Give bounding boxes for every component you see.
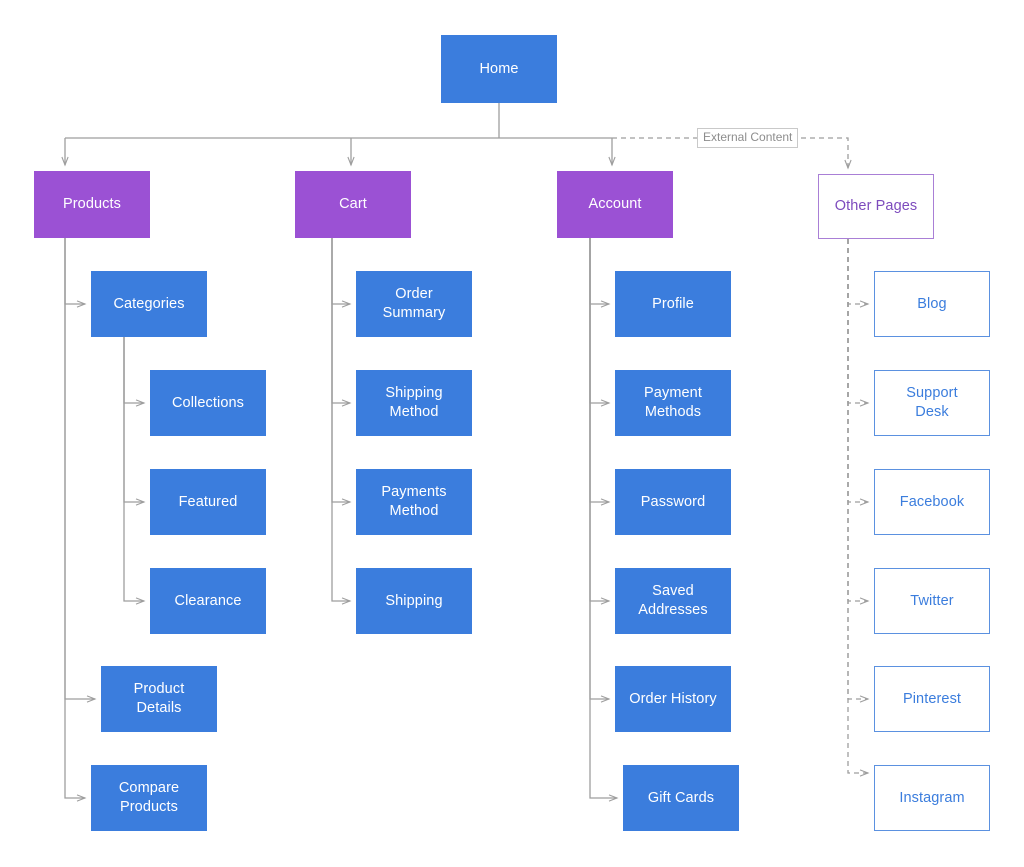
connector-account-to-saved-addresses (589, 238, 609, 601)
connector-categories-to-collections (123, 337, 144, 403)
connector-home-to-products (65, 103, 612, 165)
connector-cart-to-shipping (331, 238, 350, 601)
node-label-products: Products (62, 196, 122, 213)
node-profile[interactable]: Profile (615, 271, 731, 337)
node-shipping-method[interactable]: Shipping Method (356, 370, 472, 436)
node-saved-addresses[interactable]: Saved Addresses (615, 568, 731, 634)
connector-other-pages-to-support-desk (847, 239, 868, 403)
node-label-saved-addresses: Saved Addresses (638, 583, 708, 618)
node-shipping[interactable]: Shipping (356, 568, 472, 634)
node-label-categories: Categories (113, 295, 185, 312)
connector-account-to-gift-cards (589, 238, 617, 798)
node-label-facebook: Facebook (899, 493, 965, 510)
node-label-account: Account (588, 196, 642, 213)
node-clearance[interactable]: Clearance (150, 568, 266, 634)
node-label-shipping-method: Shipping Method (385, 385, 443, 420)
node-label-pinterest: Pinterest (902, 690, 962, 707)
node-account[interactable]: Account (557, 171, 673, 238)
node-label-twitter: Twitter (910, 592, 954, 609)
node-instagram[interactable]: Instagram (874, 765, 990, 831)
node-blog[interactable]: Blog (874, 271, 990, 337)
node-cart[interactable]: Cart (295, 171, 411, 238)
node-label-cart: Cart (339, 196, 367, 213)
node-label-order-history: Order History (629, 690, 717, 707)
node-product-details[interactable]: Product Details (101, 666, 217, 732)
connector-account-to-payment-methods (589, 238, 609, 403)
node-label-featured: Featured (178, 493, 238, 510)
node-label-home: Home (479, 60, 519, 77)
connector-cart-to-shipping-method (331, 238, 350, 403)
node-label-profile: Profile (652, 295, 694, 312)
node-facebook[interactable]: Facebook (874, 469, 990, 535)
node-label-password: Password (640, 493, 706, 510)
connector-categories-to-featured (123, 337, 144, 502)
connector-other-pages-to-instagram (847, 239, 868, 773)
node-categories[interactable]: Categories (91, 271, 207, 337)
connector-cart-to-payments-method (331, 238, 350, 502)
node-home[interactable]: Home (441, 35, 557, 103)
edge-label-external-content: External Content (697, 128, 799, 149)
sitemap-diagram: Home Products Cart Account Other Pages Catego… (0, 0, 1024, 867)
node-label-gift-cards: Gift Cards (647, 789, 715, 806)
connector-categories-to-clearance (123, 337, 144, 601)
node-gift-cards[interactable]: Gift Cards (623, 765, 739, 831)
node-label-product-details: Product Details (133, 681, 185, 716)
connector-cart-to-order-summary (331, 238, 350, 304)
connector-account-to-password (589, 238, 609, 502)
node-products[interactable]: Products (34, 171, 150, 238)
node-featured[interactable]: Featured (150, 469, 266, 535)
node-order-summary[interactable]: Order Summary (356, 271, 472, 337)
connector-products-to-categories (64, 238, 85, 304)
node-label-payment-methods: Payment Methods (644, 385, 702, 420)
node-label-compare: Compare Products (118, 780, 180, 815)
node-pinterest[interactable]: Pinterest (874, 666, 990, 732)
node-label-shipping: Shipping (385, 592, 443, 609)
node-password[interactable]: Password (615, 469, 731, 535)
node-payment-methods[interactable]: Payment Methods (615, 370, 731, 436)
connector-other-pages-to-pinterest (847, 239, 868, 699)
connector-other-pages-to-blog (847, 239, 868, 304)
node-order-history[interactable]: Order History (615, 666, 731, 732)
node-label-support-desk: Support Desk (906, 385, 958, 420)
connector-products-to-compare (64, 238, 85, 798)
node-label-payments-method: Payments Method (381, 484, 447, 519)
node-label-other-pages: Other Pages (834, 198, 918, 215)
node-label-blog: Blog (917, 295, 947, 312)
node-compare[interactable]: Compare Products (91, 765, 207, 831)
node-label-collections: Collections (171, 394, 245, 411)
node-label-order-summary: Order Summary (382, 286, 446, 321)
node-label-instagram: Instagram (899, 789, 965, 806)
node-other-pages[interactable]: Other Pages (818, 174, 934, 239)
connector-account-to-order-history (589, 238, 609, 699)
node-twitter[interactable]: Twitter (874, 568, 990, 634)
node-label-clearance: Clearance (174, 592, 242, 609)
connector-account-to-profile (589, 238, 609, 304)
node-support-desk[interactable]: Support Desk (874, 370, 990, 436)
node-payments-method[interactable]: Payments Method (356, 469, 472, 535)
connector-other-pages-to-twitter (847, 239, 868, 601)
connector-other-pages-to-facebook (847, 239, 868, 502)
node-collections[interactable]: Collections (150, 370, 266, 436)
